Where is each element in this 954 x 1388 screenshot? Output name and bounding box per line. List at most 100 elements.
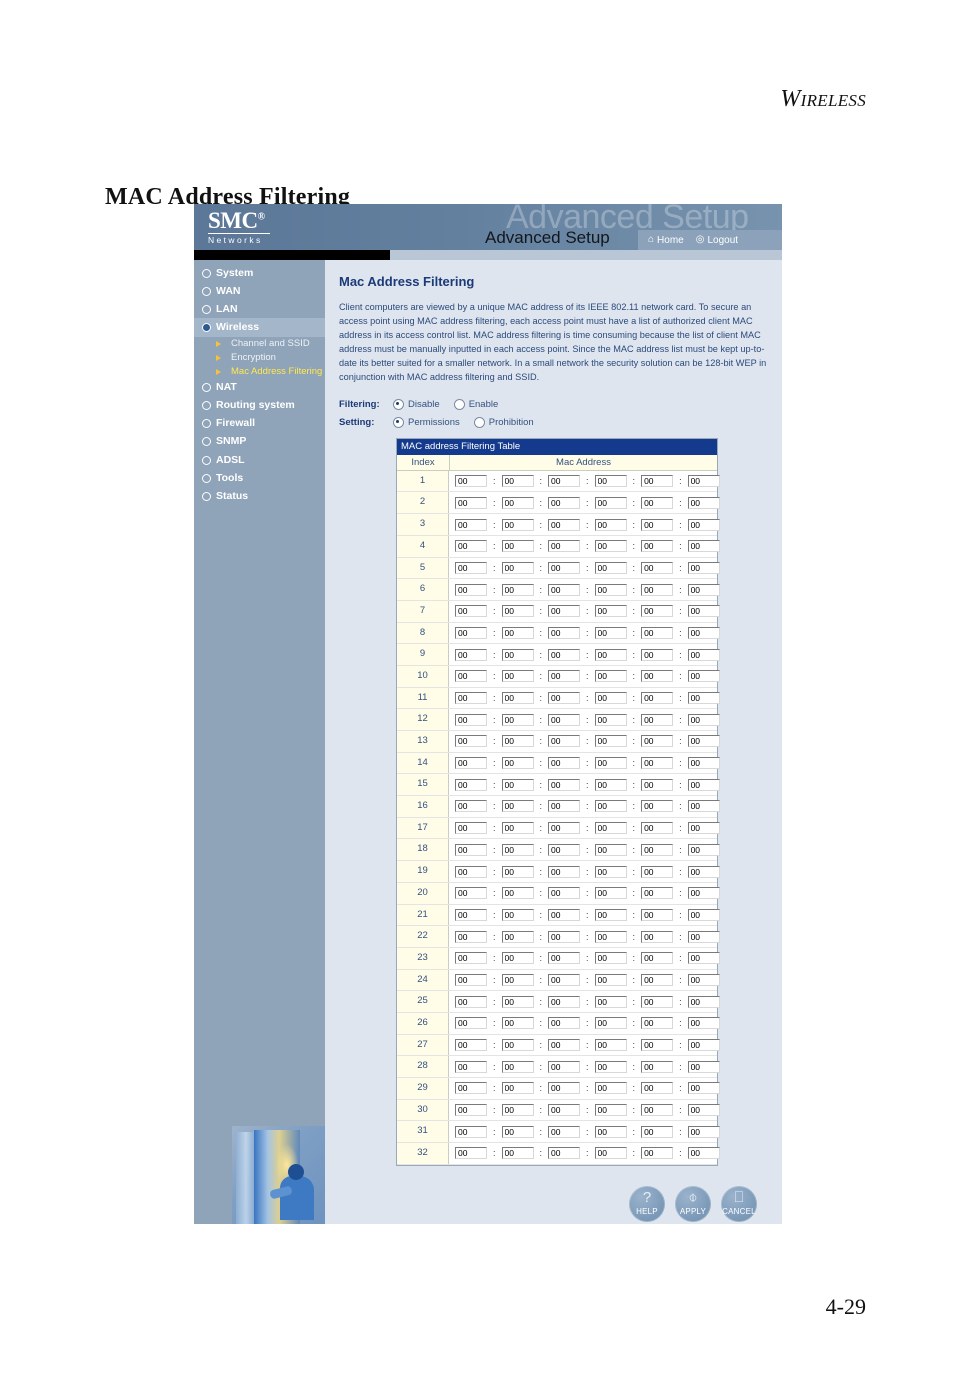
- mac-octet-input[interactable]: [687, 1060, 720, 1073]
- mac-octet-input[interactable]: [641, 605, 674, 618]
- mac-octet-input[interactable]: [455, 605, 487, 618]
- mac-octet-input[interactable]: [641, 735, 674, 748]
- mac-octet-input[interactable]: [687, 1104, 720, 1117]
- mac-octet-input[interactable]: [501, 757, 534, 770]
- mac-octet-input[interactable]: [501, 843, 534, 856]
- mac-octet-input[interactable]: [687, 713, 720, 726]
- cancel-button[interactable]: ⎕ CANCEL: [721, 1185, 757, 1222]
- mac-octet-input[interactable]: [687, 692, 720, 704]
- mac-octet-input[interactable]: [687, 995, 720, 1008]
- sidebar-item-lan[interactable]: LAN: [194, 300, 325, 318]
- mac-octet-input[interactable]: [548, 1104, 581, 1117]
- mac-octet-input[interactable]: [687, 800, 720, 813]
- mac-octet-input[interactable]: [641, 865, 674, 878]
- mac-octet-input[interactable]: [594, 930, 627, 943]
- mac-octet-input[interactable]: [594, 822, 627, 835]
- radio-icon[interactable]: [473, 416, 485, 428]
- mac-octet-input[interactable]: [455, 1104, 487, 1117]
- mac-octet-input[interactable]: [641, 518, 674, 531]
- mac-octet-input[interactable]: [687, 778, 720, 791]
- mac-octet-input[interactable]: [501, 648, 534, 661]
- mac-octet-input[interactable]: [501, 1017, 534, 1030]
- radio-icon[interactable]: [453, 398, 465, 410]
- mac-octet-input[interactable]: [501, 692, 534, 704]
- mac-octet-input[interactable]: [641, 973, 674, 986]
- mac-octet-input[interactable]: [501, 1082, 534, 1095]
- mac-octet-input[interactable]: [641, 1104, 674, 1117]
- mac-octet-input[interactable]: [501, 1039, 534, 1051]
- mac-octet-input[interactable]: [594, 540, 627, 553]
- mac-octet-input[interactable]: [455, 692, 487, 704]
- mac-octet-input[interactable]: [641, 1147, 674, 1160]
- mac-octet-input[interactable]: [641, 843, 674, 856]
- mac-octet-input[interactable]: [548, 887, 581, 900]
- mac-octet-input[interactable]: [641, 1039, 674, 1051]
- mac-octet-input[interactable]: [687, 475, 720, 488]
- mac-octet-input[interactable]: [641, 1060, 674, 1073]
- mac-octet-input[interactable]: [455, 561, 487, 574]
- mac-octet-input[interactable]: [594, 496, 627, 509]
- mac-octet-input[interactable]: [501, 735, 534, 748]
- mac-octet-input[interactable]: [687, 735, 720, 748]
- mac-octet-input[interactable]: [641, 822, 674, 835]
- sidebar-item-tools[interactable]: Tools: [194, 469, 325, 487]
- mac-octet-input[interactable]: [455, 1147, 487, 1160]
- mac-octet-input[interactable]: [455, 952, 487, 965]
- mac-octet-input[interactable]: [594, 1082, 627, 1095]
- mac-octet-input[interactable]: [641, 1082, 674, 1095]
- mac-octet-input[interactable]: [641, 561, 674, 574]
- mac-octet-input[interactable]: [594, 670, 627, 683]
- mac-octet-input[interactable]: [594, 973, 627, 986]
- setting-radio-permissions[interactable]: Permissions: [393, 416, 460, 428]
- sidebar-item-wan[interactable]: WAN: [194, 282, 325, 300]
- sidebar-item-nat[interactable]: NAT: [194, 379, 325, 397]
- mac-octet-input[interactable]: [641, 1017, 674, 1030]
- mac-octet-input[interactable]: [594, 800, 627, 813]
- mac-octet-input[interactable]: [594, 1060, 627, 1073]
- mac-octet-input[interactable]: [548, 1039, 581, 1051]
- mac-octet-input[interactable]: [687, 670, 720, 683]
- mac-octet-input[interactable]: [548, 713, 581, 726]
- mac-octet-input[interactable]: [548, 1082, 581, 1095]
- mac-octet-input[interactable]: [455, 1017, 487, 1030]
- mac-octet-input[interactable]: [641, 757, 674, 770]
- sidebar-item-status[interactable]: Status: [194, 487, 325, 505]
- mac-octet-input[interactable]: [594, 626, 627, 639]
- mac-octet-input[interactable]: [455, 800, 487, 813]
- mac-octet-input[interactable]: [687, 605, 720, 618]
- mac-octet-input[interactable]: [548, 930, 581, 943]
- mac-octet-input[interactable]: [548, 648, 581, 661]
- mac-octet-input[interactable]: [501, 583, 534, 596]
- mac-octet-input[interactable]: [594, 1039, 627, 1051]
- mac-octet-input[interactable]: [687, 822, 720, 835]
- mac-octet-input[interactable]: [687, 583, 720, 596]
- mac-octet-input[interactable]: [548, 1125, 581, 1138]
- mac-octet-input[interactable]: [455, 908, 487, 921]
- mac-octet-input[interactable]: [455, 1039, 487, 1051]
- mac-octet-input[interactable]: [455, 626, 487, 639]
- sidebar-item-snmp[interactable]: SNMP: [194, 433, 325, 451]
- mac-octet-input[interactable]: [641, 800, 674, 813]
- mac-octet-input[interactable]: [455, 995, 487, 1008]
- mac-octet-input[interactable]: [687, 973, 720, 986]
- mac-octet-input[interactable]: [641, 496, 674, 509]
- mac-octet-input[interactable]: [687, 626, 720, 639]
- mac-octet-input[interactable]: [455, 930, 487, 943]
- mac-octet-input[interactable]: [548, 540, 581, 553]
- mac-octet-input[interactable]: [455, 1060, 487, 1073]
- mac-octet-input[interactable]: [501, 626, 534, 639]
- sidebar-subitem-mac-address-filtering[interactable]: Mac Address Filtering: [194, 365, 325, 379]
- mac-octet-input[interactable]: [548, 475, 581, 488]
- mac-octet-input[interactable]: [641, 952, 674, 965]
- sidebar-item-wireless[interactable]: Wireless: [194, 318, 325, 337]
- mac-octet-input[interactable]: [455, 822, 487, 835]
- mac-octet-input[interactable]: [548, 1017, 581, 1030]
- mac-octet-input[interactable]: [687, 1039, 720, 1051]
- mac-octet-input[interactable]: [594, 995, 627, 1008]
- mac-octet-input[interactable]: [594, 692, 627, 704]
- mac-octet-input[interactable]: [594, 843, 627, 856]
- mac-octet-input[interactable]: [455, 757, 487, 770]
- mac-octet-input[interactable]: [501, 518, 534, 531]
- mac-octet-input[interactable]: [687, 952, 720, 965]
- mac-octet-input[interactable]: [455, 518, 487, 531]
